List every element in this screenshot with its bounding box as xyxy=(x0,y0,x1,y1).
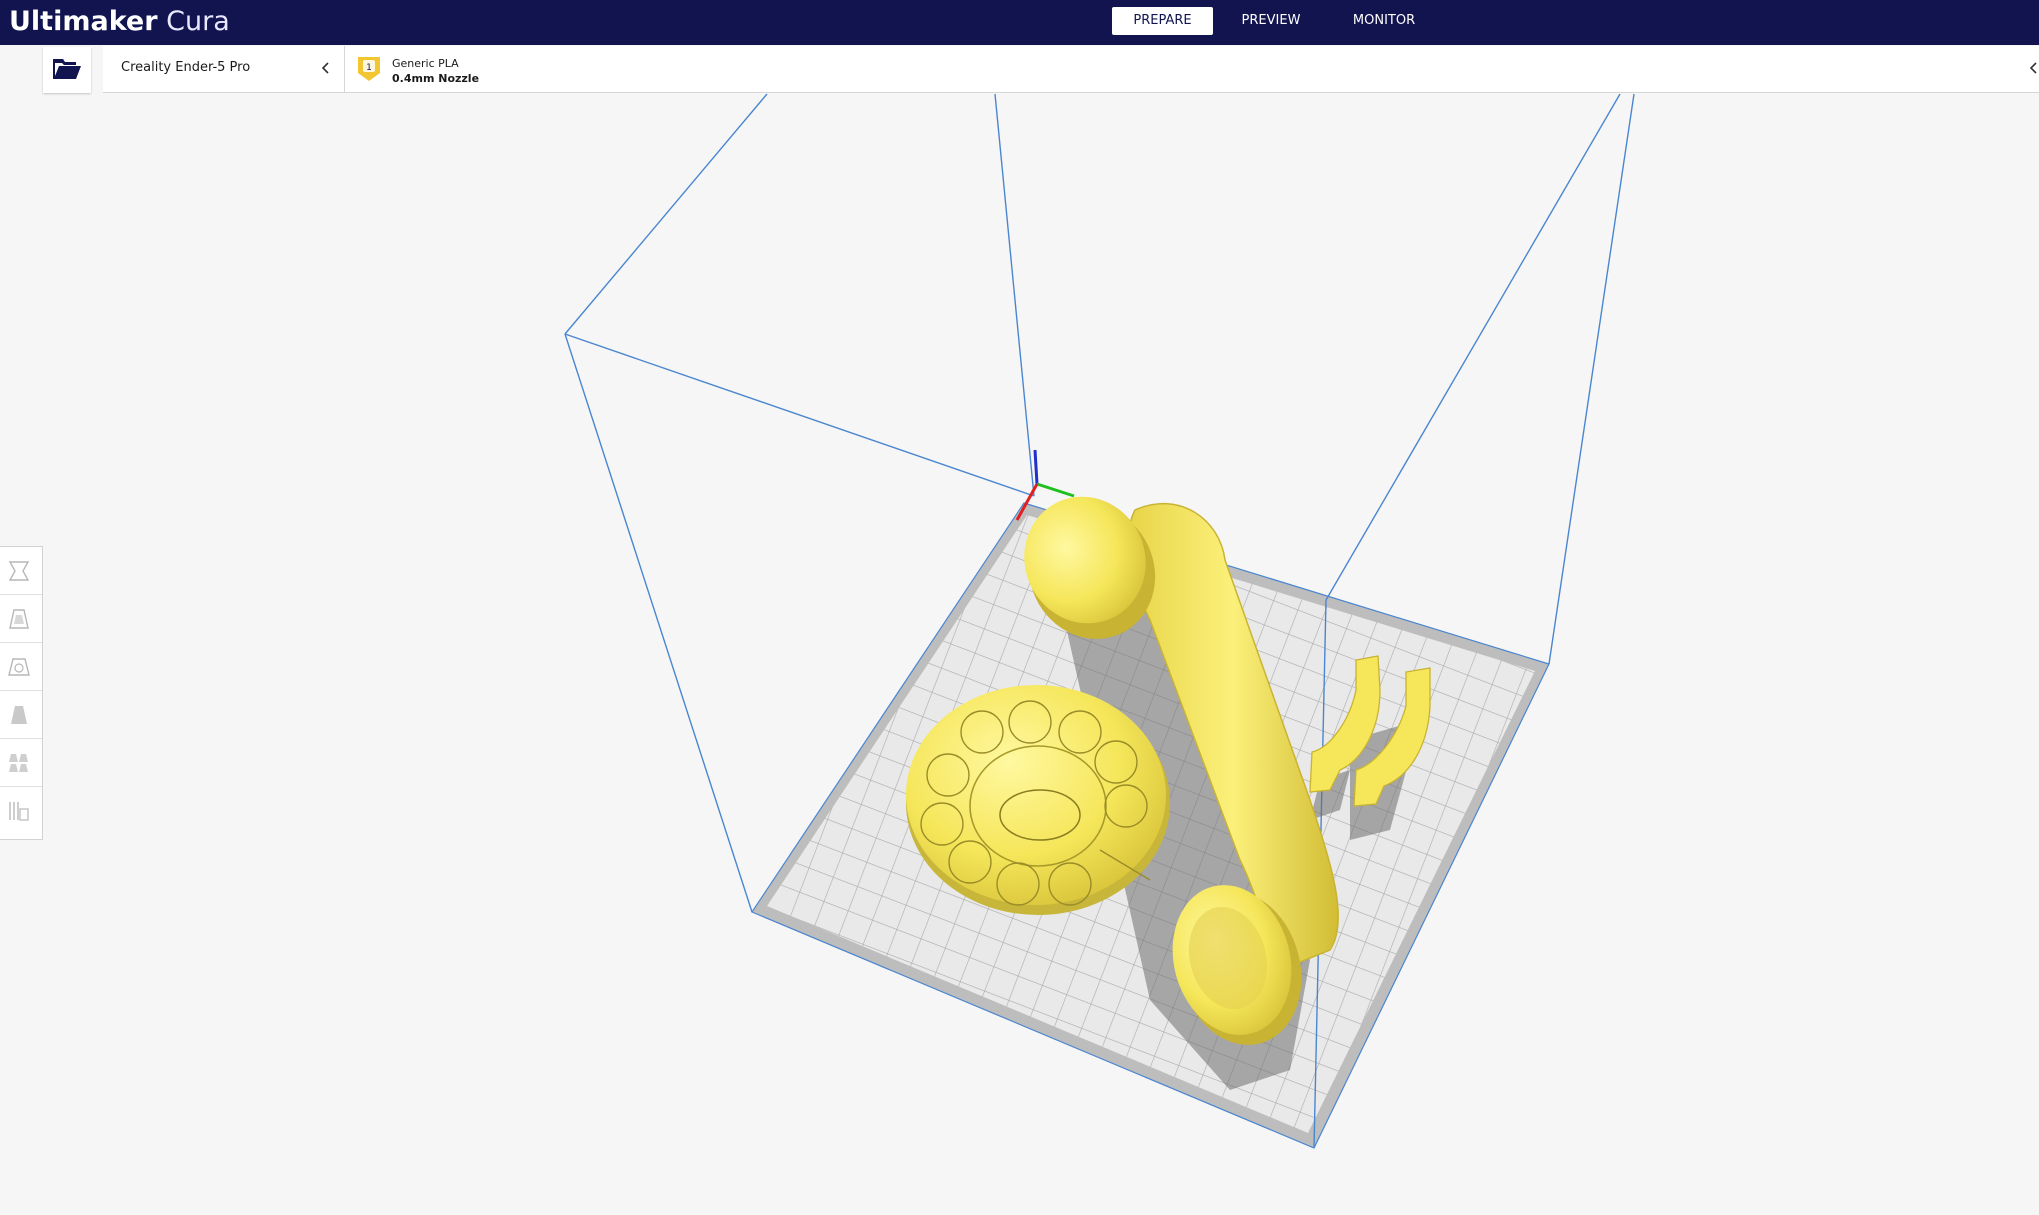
tab-prepare[interactable]: PREPARE xyxy=(1112,7,1213,35)
support-blocker-button[interactable] xyxy=(0,787,42,835)
move-icon xyxy=(8,561,30,581)
open-file-button[interactable] xyxy=(43,47,91,93)
folder-open-icon xyxy=(53,59,81,79)
mirror-tool-button[interactable] xyxy=(0,691,42,739)
extruder-badge-icon: 1 xyxy=(358,57,380,81)
scale-icon xyxy=(9,609,29,629)
tab-preview[interactable]: PREVIEW xyxy=(1224,7,1318,35)
printer-selector[interactable]: Creality Ender-5 Pro xyxy=(103,46,344,93)
brand-product: Cura xyxy=(166,6,230,37)
header-bar: Ultimaker Cura PREPARE PREVIEW MONITOR xyxy=(0,0,2039,45)
tab-monitor[interactable]: MONITOR xyxy=(1334,7,1434,35)
app-logo: Ultimaker Cura xyxy=(9,4,230,40)
per-model-settings-icon xyxy=(9,754,28,772)
chevron-left-icon xyxy=(2029,62,2037,74)
chevron-left-icon xyxy=(321,62,329,74)
tool-panel xyxy=(0,546,43,840)
rotary-dial-model[interactable] xyxy=(906,685,1170,915)
3d-viewport[interactable] xyxy=(0,92,2039,1215)
scale-tool-button[interactable] xyxy=(0,595,42,643)
rotate-icon xyxy=(8,658,30,676)
brand-name: Ultimaker xyxy=(9,6,158,37)
printer-name: Creality Ender-5 Pro xyxy=(121,60,251,75)
svg-text:1: 1 xyxy=(366,63,372,73)
move-tool-button[interactable] xyxy=(0,547,42,595)
mirror-icon xyxy=(11,706,27,724)
per-model-settings-button[interactable] xyxy=(0,739,42,787)
material-selector[interactable]: 1 Generic PLA 0.4mm Nozzle xyxy=(344,46,2039,93)
rotate-tool-button[interactable] xyxy=(0,643,42,691)
support-blocker-icon xyxy=(9,802,29,821)
material-name: Generic PLA xyxy=(392,57,459,70)
nozzle-size: 0.4mm Nozzle xyxy=(392,72,480,85)
